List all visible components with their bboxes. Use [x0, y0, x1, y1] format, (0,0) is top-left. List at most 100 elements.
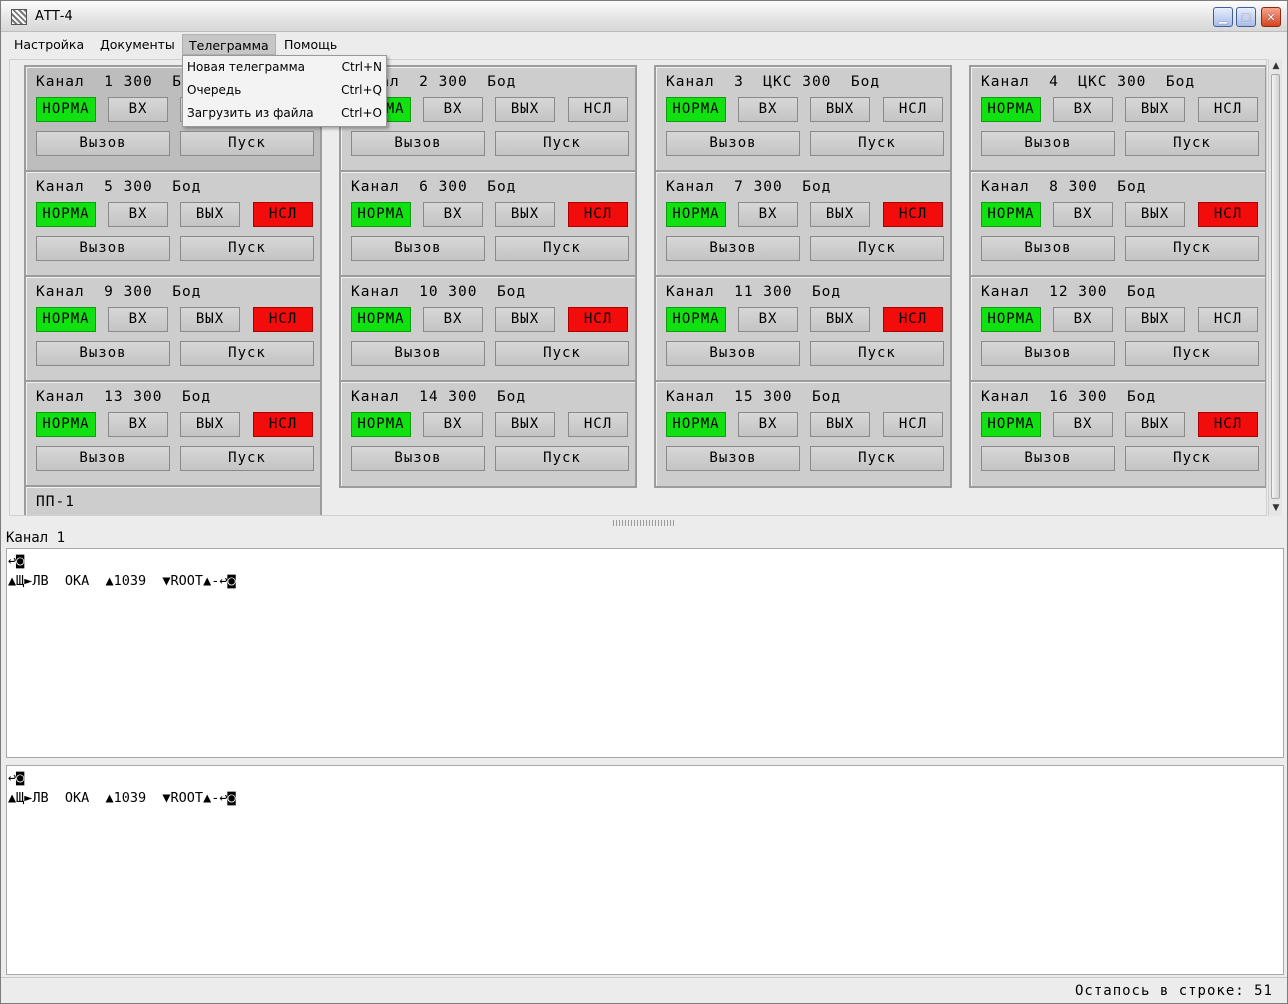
input-button[interactable]: ВХ	[738, 412, 798, 437]
output-button[interactable]: ВЫХ	[810, 202, 870, 227]
call-button[interactable]: Вызов	[981, 236, 1115, 261]
input-button[interactable]: ВХ	[1053, 307, 1113, 332]
pp-button[interactable]	[36, 515, 100, 516]
splitter-grip-icon[interactable]	[613, 520, 675, 526]
close-button[interactable]: ✕	[1261, 7, 1281, 27]
start-button[interactable]: Пуск	[1125, 446, 1259, 471]
start-button[interactable]: Пуск	[1125, 131, 1259, 156]
output-button[interactable]: ВЫХ	[495, 307, 555, 332]
start-button[interactable]: Пуск	[810, 236, 944, 261]
output-button[interactable]: ВЫХ	[810, 412, 870, 437]
menu-item-queue[interactable]: Очередь Ctrl+Q	[183, 79, 386, 102]
call-button[interactable]: Вызов	[36, 341, 170, 366]
output-button[interactable]: ВЫХ	[495, 412, 555, 437]
input-button[interactable]: ВХ	[1053, 202, 1113, 227]
output-button[interactable]: ВЫХ	[180, 202, 240, 227]
output-button[interactable]: ВЫХ	[180, 307, 240, 332]
start-button[interactable]: Пуск	[180, 131, 314, 156]
nsl-indicator[interactable]: НСЛ	[883, 97, 943, 122]
status-norm-indicator[interactable]: НОРМА	[981, 97, 1041, 122]
nsl-indicator[interactable]: НСЛ	[253, 412, 313, 437]
call-button[interactable]: Вызов	[351, 236, 485, 261]
input-button[interactable]: ВХ	[108, 307, 168, 332]
start-button[interactable]: Пуск	[810, 131, 944, 156]
start-button[interactable]: Пуск	[1125, 341, 1259, 366]
received-text-area[interactable]: ↩◙ ▲Щ►ЛВ ОКА ▲1039 ▼ROOT▲-↩◙	[6, 548, 1284, 758]
call-button[interactable]: Вызов	[981, 446, 1115, 471]
input-button[interactable]: ВХ	[423, 412, 483, 437]
scroll-up-icon[interactable]: ▲	[1269, 59, 1283, 73]
call-button[interactable]: Вызов	[351, 446, 485, 471]
nsl-indicator[interactable]: НСЛ	[883, 412, 943, 437]
nsl-indicator[interactable]: НСЛ	[568, 97, 628, 122]
menu-telegram[interactable]: Телеграмма	[182, 34, 276, 55]
nsl-indicator[interactable]: НСЛ	[1198, 412, 1258, 437]
compose-text-area[interactable]: ↩◙ ▲Щ►ЛВ ОКА ▲1039 ▼ROOT▲-↩◙	[6, 765, 1284, 975]
start-button[interactable]: Пуск	[495, 131, 629, 156]
output-button[interactable]: ВЫХ	[495, 97, 555, 122]
input-button[interactable]: ВХ	[738, 97, 798, 122]
start-button[interactable]: Пуск	[180, 236, 314, 261]
scroll-down-icon[interactable]: ▼	[1269, 501, 1283, 515]
maximize-button[interactable]: □	[1236, 7, 1256, 27]
call-button[interactable]: Вызов	[981, 131, 1115, 156]
input-button[interactable]: ВХ	[738, 202, 798, 227]
menu-documents[interactable]: Документы	[94, 34, 181, 55]
nsl-indicator[interactable]: НСЛ	[1198, 307, 1258, 332]
status-norm-indicator[interactable]: НОРМА	[36, 97, 96, 122]
output-button[interactable]: ВЫХ	[1125, 202, 1185, 227]
menu-settings[interactable]: Настройка	[8, 34, 90, 55]
input-button[interactable]: ВХ	[738, 307, 798, 332]
scroll-thumb[interactable]	[1271, 74, 1280, 499]
input-button[interactable]: ВХ	[1053, 97, 1113, 122]
call-button[interactable]: Вызов	[36, 446, 170, 471]
nsl-indicator[interactable]: НСЛ	[568, 307, 628, 332]
call-button[interactable]: Вызов	[666, 446, 800, 471]
status-norm-indicator[interactable]: НОРМА	[351, 202, 411, 227]
nsl-indicator[interactable]: НСЛ	[253, 202, 313, 227]
output-button[interactable]: ВЫХ	[495, 202, 555, 227]
nsl-indicator[interactable]: НСЛ	[568, 412, 628, 437]
call-button[interactable]: Вызов	[36, 131, 170, 156]
nsl-indicator[interactable]: НСЛ	[568, 202, 628, 227]
status-norm-indicator[interactable]: НОРМА	[36, 412, 96, 437]
start-button[interactable]: Пуск	[810, 341, 944, 366]
input-button[interactable]: ВХ	[1053, 412, 1113, 437]
output-button[interactable]: ВЫХ	[810, 97, 870, 122]
start-button[interactable]: Пуск	[810, 446, 944, 471]
status-norm-indicator[interactable]: НОРМА	[351, 307, 411, 332]
input-button[interactable]: ВХ	[423, 97, 483, 122]
start-button[interactable]: Пуск	[180, 446, 314, 471]
output-button[interactable]: ВЫХ	[1125, 412, 1185, 437]
start-button[interactable]: Пуск	[495, 446, 629, 471]
start-button[interactable]: Пуск	[495, 341, 629, 366]
status-norm-indicator[interactable]: НОРМА	[666, 412, 726, 437]
start-button[interactable]: Пуск	[180, 341, 314, 366]
output-button[interactable]: ВЫХ	[180, 412, 240, 437]
input-button[interactable]: ВХ	[108, 412, 168, 437]
output-button[interactable]: ВЫХ	[1125, 307, 1185, 332]
status-norm-indicator[interactable]: НОРМА	[666, 307, 726, 332]
input-button[interactable]: ВХ	[423, 307, 483, 332]
status-norm-indicator[interactable]: НОРМА	[36, 202, 96, 227]
call-button[interactable]: Вызов	[666, 131, 800, 156]
pp-button[interactable]	[108, 515, 172, 516]
menu-item-new-telegram[interactable]: Новая телеграмма Ctrl+N	[183, 56, 386, 79]
call-button[interactable]: Вызов	[36, 236, 170, 261]
status-norm-indicator[interactable]: НОРМА	[666, 97, 726, 122]
input-button[interactable]: ВХ	[423, 202, 483, 227]
input-button[interactable]: ВХ	[108, 202, 168, 227]
call-button[interactable]: Вызов	[981, 341, 1115, 366]
status-norm-indicator[interactable]: НОРМА	[981, 307, 1041, 332]
menu-help[interactable]: Помощь	[278, 34, 343, 55]
minimize-button[interactable]: ▁	[1213, 7, 1233, 27]
call-button[interactable]: Вызов	[666, 236, 800, 261]
menu-item-load-file[interactable]: Загрузить из файла Ctrl+O	[183, 102, 386, 125]
output-button[interactable]: ВЫХ	[810, 307, 870, 332]
nsl-indicator[interactable]: НСЛ	[1198, 202, 1258, 227]
start-button[interactable]: Пуск	[1125, 236, 1259, 261]
input-button[interactable]: ВХ	[108, 97, 168, 122]
status-norm-indicator[interactable]: НОРМА	[36, 307, 96, 332]
status-norm-indicator[interactable]: НОРМА	[351, 412, 411, 437]
nsl-indicator[interactable]: НСЛ	[1198, 97, 1258, 122]
